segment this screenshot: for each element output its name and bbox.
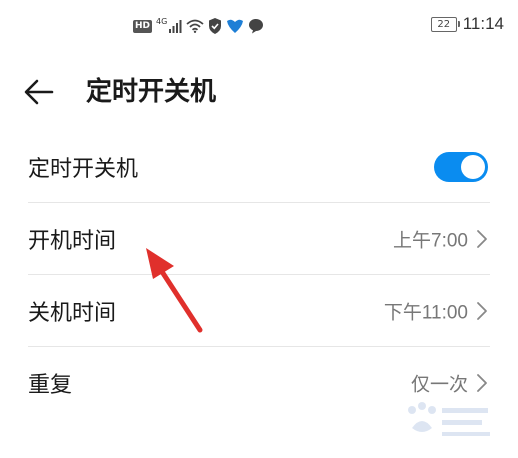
power-off-time-value: 下午11:00 xyxy=(383,302,468,324)
power-off-time-row[interactable]: 关机时间 下午11:00 xyxy=(0,275,518,347)
app-notification-icon xyxy=(227,19,244,33)
status-right: 22 11:14 xyxy=(430,14,504,34)
scheduled-power-toggle[interactable] xyxy=(434,152,488,182)
page-title: 定时开关机 xyxy=(86,77,217,107)
battery-icon: 22 xyxy=(430,16,460,32)
battery-level: 22 xyxy=(437,18,451,30)
network-type-label: 4G xyxy=(156,16,168,26)
chevron-right-icon xyxy=(477,374,487,392)
hd-badge: HD xyxy=(133,19,153,33)
shield-check-icon xyxy=(209,18,222,34)
back-arrow-icon xyxy=(24,79,54,105)
power-on-time-label: 开机时间 xyxy=(28,229,117,254)
power-on-time-value: 上午7:00 xyxy=(393,230,468,252)
status-time: 11:14 xyxy=(462,14,504,33)
power-off-time-label: 关机时间 xyxy=(28,301,117,326)
back-button[interactable] xyxy=(22,76,62,108)
toggle-knob xyxy=(461,155,485,179)
chevron-right-icon xyxy=(477,302,487,320)
status-icons: HD 4G xyxy=(133,16,264,36)
scheduled-power-row[interactable]: 定时开关机 xyxy=(0,131,518,203)
message-icon xyxy=(249,19,264,34)
repeat-value: 仅一次 xyxy=(410,374,468,396)
status-bar: HD 4G 22 11:14 xyxy=(0,0,518,52)
power-on-time-row[interactable]: 开机时间 上午7:00 xyxy=(0,203,518,275)
chevron-right-icon xyxy=(477,230,487,248)
watermark-logo xyxy=(408,402,490,436)
wifi-icon xyxy=(186,19,204,33)
signal-icon xyxy=(169,20,182,33)
scheduled-power-label: 定时开关机 xyxy=(28,157,139,182)
screen: HD 4G 22 11:14 定时开关机 定时开关机 开机时间 上午7:00 关… xyxy=(0,0,518,458)
header: 定时开关机 xyxy=(0,60,518,124)
repeat-label: 重复 xyxy=(28,373,73,398)
